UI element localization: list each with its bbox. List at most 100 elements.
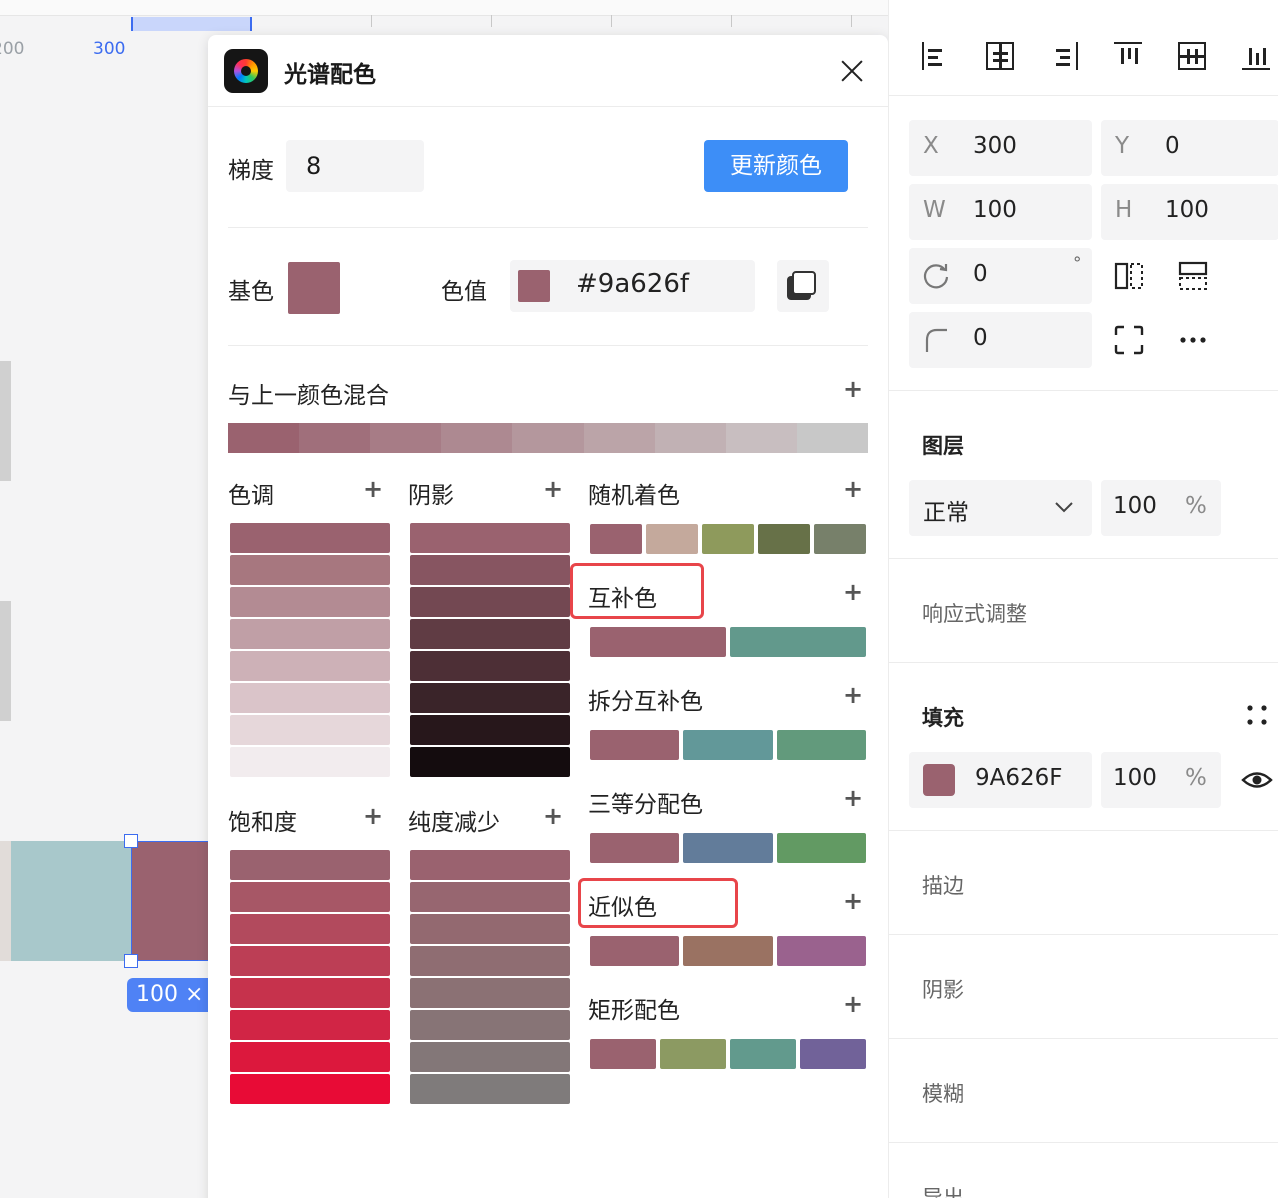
- add-hue-icon[interactable]: +: [363, 475, 383, 503]
- align-h-center-icon[interactable]: [984, 40, 1018, 74]
- complement-swatch-1[interactable]: [590, 627, 726, 657]
- stroke-title[interactable]: 描边: [922, 870, 964, 900]
- mix-swatch-5[interactable]: [512, 423, 584, 453]
- resize-handle-top-left[interactable]: [124, 834, 138, 848]
- triad-swatch-3[interactable]: [776, 833, 866, 863]
- add-analogous-icon[interactable]: +: [843, 887, 863, 915]
- gradient-input[interactable]: 8: [286, 140, 424, 192]
- saturation-swatch-2[interactable]: [230, 882, 390, 912]
- shade-swatch-2[interactable]: [410, 555, 570, 585]
- eye-icon[interactable]: [1240, 763, 1274, 797]
- shade-swatch-8[interactable]: [410, 747, 570, 777]
- hue-swatch-1[interactable]: [230, 523, 390, 553]
- more-options-icon[interactable]: [1176, 323, 1210, 357]
- desaturate-swatch-6[interactable]: [410, 1010, 570, 1040]
- responsive-title[interactable]: 响应式调整: [922, 598, 1027, 628]
- random-swatch-3[interactable]: [702, 524, 754, 554]
- split-complement-swatch-3[interactable]: [776, 730, 866, 760]
- add-saturation-icon[interactable]: +: [363, 802, 383, 830]
- align-right-icon[interactable]: [1048, 40, 1082, 74]
- fill-opacity-field[interactable]: 100 %: [1101, 752, 1221, 808]
- add-split-icon[interactable]: +: [843, 681, 863, 709]
- resize-handle-bottom-left[interactable]: [124, 954, 138, 968]
- fill-color-field[interactable]: 9A626F: [909, 752, 1092, 808]
- saturation-swatch-7[interactable]: [230, 1042, 390, 1072]
- canvas-shape-teal[interactable]: [11, 841, 131, 961]
- complement-swatch-2[interactable]: [730, 627, 866, 657]
- align-left-icon[interactable]: [920, 40, 954, 74]
- rect-scheme-swatch-1[interactable]: [590, 1039, 656, 1069]
- layer-opacity-field[interactable]: 100 %: [1101, 480, 1221, 536]
- rect-scheme-swatch-2[interactable]: [660, 1039, 726, 1069]
- mix-swatch-1[interactable]: [228, 423, 300, 453]
- rotation-field[interactable]: 0 °: [909, 248, 1092, 304]
- triad-swatch-1[interactable]: [590, 833, 680, 863]
- export-title[interactable]: 导出: [922, 1182, 964, 1198]
- shade-swatch-1[interactable]: [410, 523, 570, 553]
- hue-swatch-3[interactable]: [230, 587, 390, 617]
- desaturate-swatch-3[interactable]: [410, 914, 570, 944]
- color-value-input[interactable]: #9a626f: [510, 260, 755, 312]
- analogous-swatch-2[interactable]: [683, 936, 773, 966]
- desaturate-swatch-5[interactable]: [410, 978, 570, 1008]
- shade-swatch-4[interactable]: [410, 619, 570, 649]
- desaturate-swatch-4[interactable]: [410, 946, 570, 976]
- hue-swatch-5[interactable]: [230, 651, 390, 681]
- add-shade-icon[interactable]: +: [543, 475, 563, 503]
- x-field[interactable]: X 300: [909, 120, 1092, 176]
- saturation-swatch-8[interactable]: [230, 1074, 390, 1104]
- align-bottom-icon[interactable]: [1240, 40, 1274, 74]
- saturation-swatch-6[interactable]: [230, 1010, 390, 1040]
- add-random-icon[interactable]: +: [843, 475, 863, 503]
- saturation-swatch-1[interactable]: [230, 850, 390, 880]
- fill-color-swatch[interactable]: [923, 764, 955, 796]
- mix-swatch-7[interactable]: [654, 423, 726, 453]
- desaturate-swatch-2[interactable]: [410, 882, 570, 912]
- split-complement-swatch-1[interactable]: [590, 730, 680, 760]
- canvas-shape-beige[interactable]: [0, 841, 11, 961]
- analogous-swatch-1[interactable]: [590, 936, 680, 966]
- mix-swatch-9[interactable]: [796, 423, 868, 453]
- shade-swatch-7[interactable]: [410, 715, 570, 745]
- flip-horizontal-icon[interactable]: [1112, 259, 1146, 293]
- add-triad-icon[interactable]: +: [843, 784, 863, 812]
- corner-radius-field[interactable]: 0: [909, 312, 1092, 368]
- add-rect-icon[interactable]: +: [843, 990, 863, 1018]
- shade-swatch-6[interactable]: [410, 683, 570, 713]
- random-swatch-1[interactable]: [590, 524, 642, 554]
- hue-swatch-7[interactable]: [230, 715, 390, 745]
- fill-styles-icon[interactable]: [1240, 698, 1274, 732]
- rect-scheme-swatch-4[interactable]: [800, 1039, 866, 1069]
- align-top-icon[interactable]: [1112, 40, 1146, 74]
- saturation-swatch-4[interactable]: [230, 946, 390, 976]
- blend-mode-select[interactable]: 正常: [909, 480, 1092, 536]
- shade-swatch-5[interactable]: [410, 651, 570, 681]
- mix-swatch-2[interactable]: [299, 423, 371, 453]
- canvas-shape-gray[interactable]: [0, 601, 11, 721]
- update-colors-button[interactable]: 更新颜色: [704, 140, 848, 192]
- analogous-swatch-3[interactable]: [776, 936, 866, 966]
- y-field[interactable]: Y 0: [1101, 120, 1278, 176]
- triad-swatch-2[interactable]: [683, 833, 773, 863]
- close-icon[interactable]: [836, 55, 868, 87]
- flip-vertical-icon[interactable]: [1176, 259, 1210, 293]
- w-field[interactable]: W 100: [909, 184, 1092, 240]
- saturation-swatch-5[interactable]: [230, 978, 390, 1008]
- add-mix-icon[interactable]: +: [843, 375, 863, 403]
- copy-button[interactable]: [777, 260, 829, 312]
- hue-swatch-6[interactable]: [230, 683, 390, 713]
- canvas-shape-gray[interactable]: [0, 361, 11, 481]
- random-swatch-2[interactable]: [646, 524, 698, 554]
- random-swatch-5[interactable]: [814, 524, 866, 554]
- mix-swatch-3[interactable]: [370, 423, 442, 453]
- hue-swatch-8[interactable]: [230, 747, 390, 777]
- split-complement-swatch-2[interactable]: [683, 730, 773, 760]
- hue-swatch-4[interactable]: [230, 619, 390, 649]
- add-desaturate-icon[interactable]: +: [543, 802, 563, 830]
- desaturate-swatch-7[interactable]: [410, 1042, 570, 1072]
- desaturate-swatch-8[interactable]: [410, 1074, 570, 1104]
- mix-swatch-4[interactable]: [441, 423, 513, 453]
- independent-corners-icon[interactable]: [1112, 323, 1146, 357]
- mix-color-bar[interactable]: [228, 423, 868, 453]
- desaturate-swatch-1[interactable]: [410, 850, 570, 880]
